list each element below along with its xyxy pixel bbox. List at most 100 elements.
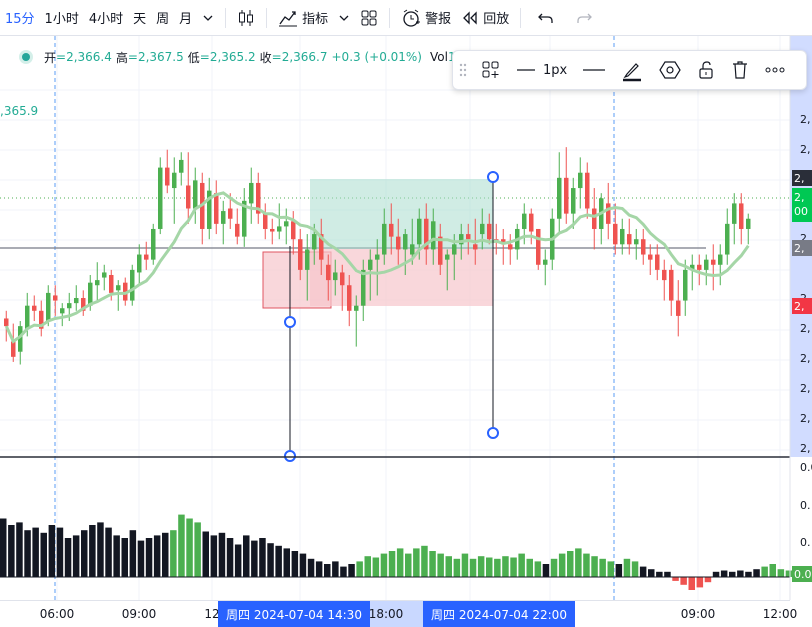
candle-body xyxy=(557,177,562,219)
volume-bar xyxy=(437,553,444,577)
replay-label: 回放 xyxy=(483,12,510,27)
volume-bar xyxy=(275,545,282,577)
alert-button[interactable]: 警报 xyxy=(396,0,456,36)
candle-body xyxy=(95,280,100,286)
volume-bar xyxy=(170,530,177,577)
candle-body xyxy=(109,275,114,293)
redo-icon[interactable] xyxy=(565,0,603,36)
price-axis-tick: 2, xyxy=(800,442,811,455)
volume-bar xyxy=(591,556,598,577)
pencil-color-icon[interactable] xyxy=(613,50,651,90)
candle-body xyxy=(25,305,30,329)
candle-body xyxy=(172,172,177,189)
drawing-handle[interactable] xyxy=(487,171,499,183)
undo-icon[interactable] xyxy=(527,0,565,36)
volume-bar xyxy=(777,569,785,577)
volume-bar xyxy=(340,566,347,577)
candle-body xyxy=(130,269,135,301)
time-axis-tick: 06:00 xyxy=(39,607,75,621)
volume-bar xyxy=(97,522,104,577)
candle-body xyxy=(403,234,408,250)
volume-bar xyxy=(583,553,590,577)
price-axis-tick: 2, xyxy=(800,322,811,335)
indicators-button[interactable]: 指标 xyxy=(273,0,333,36)
volume-histogram xyxy=(0,514,793,590)
volume-bar xyxy=(348,564,355,577)
more-icon[interactable] xyxy=(757,50,793,90)
volume-bar xyxy=(380,553,388,577)
chevron-down-icon[interactable] xyxy=(333,0,355,36)
volume-bar xyxy=(32,527,39,577)
candle-body xyxy=(473,244,478,250)
toolbar-divider xyxy=(225,7,227,28)
volume-bar xyxy=(712,571,720,577)
candle-body xyxy=(186,185,191,209)
volume-bar xyxy=(81,530,88,577)
volume-bar xyxy=(453,558,461,577)
volume-bar xyxy=(72,535,80,577)
volume-bar xyxy=(550,558,558,577)
lock-icon[interactable] xyxy=(689,50,723,90)
volume-axis-tick: 0.0 xyxy=(800,461,812,474)
candle-body xyxy=(277,226,282,232)
drawing-handle[interactable] xyxy=(284,450,296,462)
volume-bar xyxy=(178,514,185,577)
drawing-handle[interactable] xyxy=(487,427,499,439)
candle-body xyxy=(305,249,310,270)
candle-type-icon[interactable] xyxy=(232,0,260,36)
volume-bar xyxy=(769,564,776,577)
candle-body xyxy=(368,259,373,270)
replay-button[interactable]: 回放 xyxy=(456,0,514,36)
interval-day[interactable]: 天 xyxy=(128,0,151,36)
interval-15m[interactable]: 15分 xyxy=(0,0,40,36)
price-axis-tick: 2, xyxy=(800,412,811,425)
current-price-label: 2, 00 xyxy=(792,188,812,222)
price-chart[interactable] xyxy=(0,36,812,600)
time-axis-tick: 09:00 xyxy=(680,607,716,621)
long-position-target-zone[interactable] xyxy=(310,179,493,249)
volume-bar xyxy=(761,566,768,577)
legend-high-value: =2,367.5 xyxy=(127,50,184,64)
volume-bar xyxy=(510,557,517,577)
add-template-icon[interactable] xyxy=(473,50,509,90)
volume-bar xyxy=(16,522,23,577)
candle-body xyxy=(228,208,233,219)
volume-bar xyxy=(623,558,631,577)
volume-bar xyxy=(372,557,380,577)
chevron-down-icon[interactable] xyxy=(197,0,219,36)
candle-body xyxy=(536,228,541,265)
drawing-handle[interactable] xyxy=(284,316,296,328)
drag-handle-icon[interactable] xyxy=(453,50,473,90)
symbol-status-dot xyxy=(22,53,30,61)
interval-month[interactable]: 月 xyxy=(174,0,197,36)
volume-bar xyxy=(251,540,258,577)
volume-bar xyxy=(396,548,404,577)
line-width-button[interactable]: 1px xyxy=(509,50,575,90)
countdown-text: 00 xyxy=(794,205,808,218)
price-axis-tick: 2, xyxy=(800,113,811,126)
volume-bar xyxy=(745,571,752,577)
volume-bar xyxy=(234,544,242,577)
interval-week[interactable]: 周 xyxy=(151,0,174,36)
candle-body xyxy=(669,269,674,301)
volume-bar xyxy=(0,518,7,577)
candle-body xyxy=(116,285,121,291)
time-axis[interactable]: 06:00 09:00 12 18:00 09:00 12:00 周四 2024… xyxy=(0,600,797,627)
trash-icon[interactable] xyxy=(723,50,757,90)
candle-body xyxy=(746,218,751,229)
toolbar-divider xyxy=(520,7,522,28)
volume-bar xyxy=(494,558,501,577)
interval-4h[interactable]: 4小时 xyxy=(84,0,128,36)
candle-body xyxy=(53,295,58,301)
layout-grid-icon[interactable] xyxy=(355,0,383,36)
legend-close-label: 收 xyxy=(259,50,272,65)
volume-bar xyxy=(688,577,695,590)
settings-hexagon-icon[interactable] xyxy=(651,50,689,90)
volume-bar xyxy=(486,557,493,577)
candle-body xyxy=(284,221,289,227)
line-style-icon[interactable] xyxy=(575,50,613,90)
volume-bar xyxy=(315,561,323,577)
price-axis-tick: 2, xyxy=(800,382,811,395)
volume-bar xyxy=(639,566,647,577)
interval-1h[interactable]: 1小时 xyxy=(40,0,84,36)
